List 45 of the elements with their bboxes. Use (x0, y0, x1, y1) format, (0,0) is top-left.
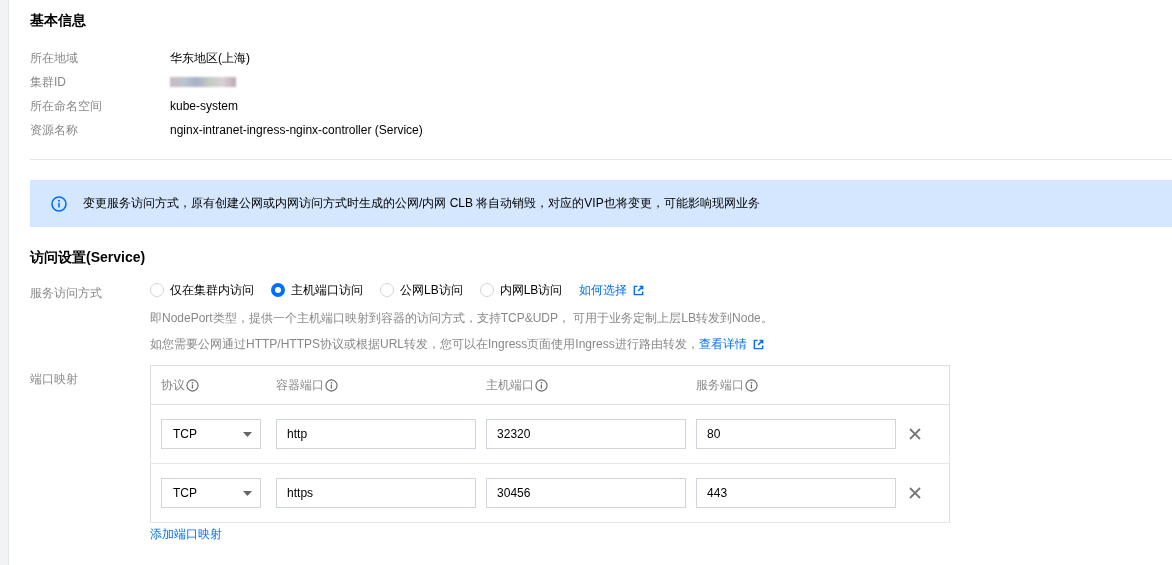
info-value: kube-system (170, 99, 239, 113)
radio-option[interactable]: 主机端口访问 (271, 281, 363, 299)
service-port-field[interactable]: 443 (696, 478, 897, 508)
container-port-field[interactable]: https (276, 478, 477, 508)
container-port-field[interactable]: http (276, 419, 477, 449)
help-link[interactable]: 如何选择 (579, 281, 645, 299)
close-icon[interactable] (909, 428, 922, 440)
info-icon (51, 195, 67, 212)
info-icon (186, 378, 199, 392)
protocol-select[interactable]: TCP (161, 419, 261, 449)
close-icon[interactable] (909, 487, 922, 499)
note-text: 如您需要公网通过HTTP/HTTPS协议或根据URL转发，您可以在Ingress页面使用Ingress进行路由转发， (150, 336, 699, 353)
host-port-field[interactable]: 30456 (486, 478, 687, 508)
info-label: 集群ID (30, 73, 67, 91)
external-link-icon (752, 339, 764, 350)
description-text: 即NodePort类型，提供一个主机端口映射到容器的访问方式，支持TCP&UDP， 可用于业务定制上层LB转发到Node。 (150, 310, 773, 327)
info-label: 所在地域 (30, 49, 79, 67)
radio-option[interactable]: 内网LB访问 (479, 281, 563, 299)
service-port-field[interactable]: 80 (696, 419, 897, 449)
column-header: 协议 (161, 376, 185, 394)
form-label: 端口映射 (30, 371, 79, 388)
column-header: 服务端口 (696, 376, 745, 394)
info-value: nginx-intranet-ingress-nginx-controller (Service) (170, 123, 423, 137)
caret-icon (243, 490, 252, 496)
column-header: 容器端口 (276, 376, 325, 394)
info-value: 华东地区(上海) (170, 49, 250, 67)
section-title: 基本信息 (30, 12, 87, 30)
info-icon (325, 378, 339, 392)
protocol-select[interactable]: TCP (161, 478, 261, 508)
details-link[interactable]: 查看详情 (698, 336, 764, 353)
alert-text: 变更服务访问方式，原有创建公网或内网访问方式时生成的公网/内网 CLB 将自动销毁，对应的VIP也将变更，可能影响现网业务 (83, 195, 760, 212)
host-port-field[interactable]: 32320 (486, 419, 687, 449)
info-label: 资源名称 (30, 121, 79, 139)
radio-option[interactable]: 公网LB访问 (380, 281, 463, 299)
form-label: 服务访问方式 (30, 285, 103, 302)
column-header: 主机端口 (486, 376, 535, 394)
caret-icon (243, 431, 252, 437)
external-link-icon (633, 284, 645, 296)
redacted-value (170, 77, 236, 87)
info-label: 所在命名空间 (30, 97, 103, 115)
radio-option[interactable]: 仅在集群内访问 (150, 281, 254, 299)
info-icon (535, 378, 549, 392)
section-title: 访问设置(Service) (30, 249, 147, 267)
info-icon (745, 378, 759, 392)
add-port-mapping-link[interactable]: 添加端口映射 (150, 526, 222, 543)
